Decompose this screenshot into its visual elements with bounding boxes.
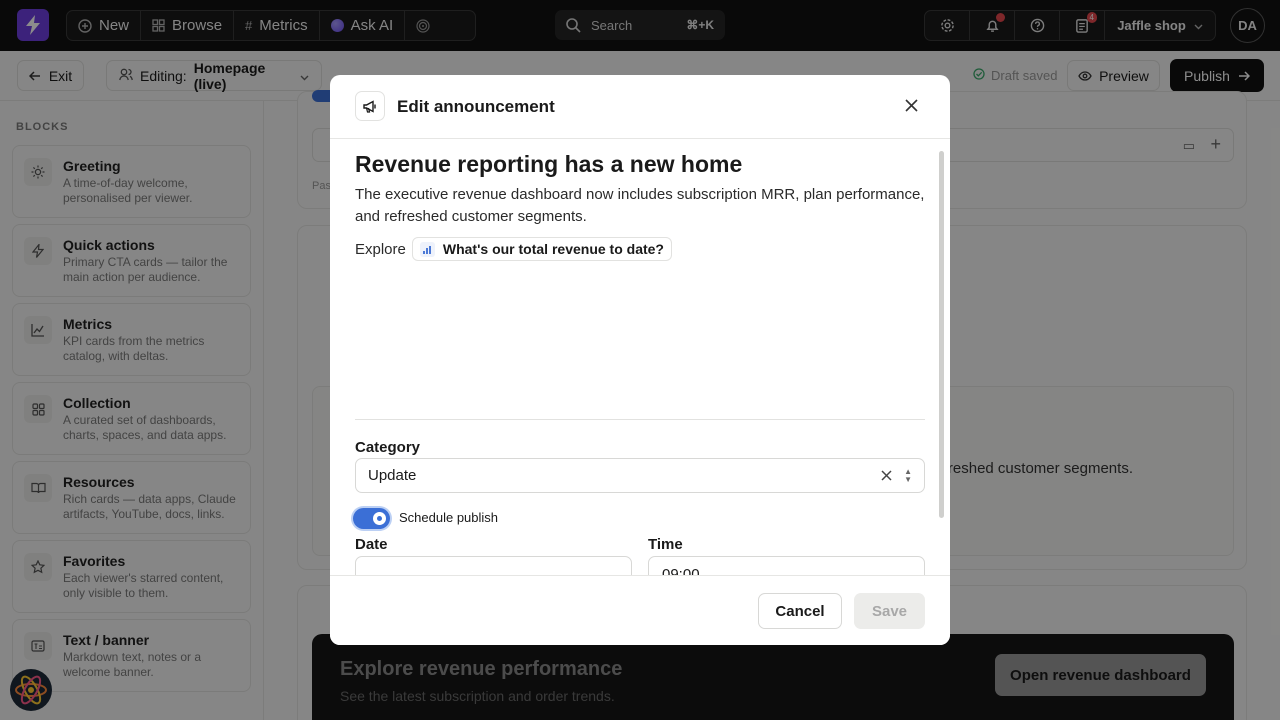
announcement-description[interactable]: The executive revenue dashboard now incl…	[355, 184, 925, 228]
announcement-heading[interactable]: Revenue reporting has a new home	[355, 151, 742, 178]
clear-icon[interactable]	[881, 470, 892, 481]
schedule-publish-toggle[interactable]	[353, 508, 390, 529]
schedule-publish-label: Schedule publish	[399, 510, 499, 525]
edit-announcement-dialog: Edit announcement Revenue reporting has …	[330, 75, 950, 645]
dialog-footer: Cancel Save	[330, 575, 950, 645]
explore-label: Explore	[355, 240, 406, 258]
divider	[355, 419, 925, 420]
dialog-header: Edit announcement	[330, 75, 950, 139]
category-select[interactable]: Update ▲ ▼	[355, 458, 925, 493]
bar-chart-icon	[419, 241, 435, 257]
metric-link-chip[interactable]: What's our total revenue to date?	[411, 237, 672, 261]
date-input[interactable]	[355, 556, 632, 575]
save-button[interactable]: Save	[854, 593, 925, 629]
dialog-body[interactable]: Revenue reporting has a new home The exe…	[330, 139, 950, 575]
time-input[interactable]: 09:00	[648, 556, 925, 575]
category-value: Update	[368, 467, 417, 484]
date-label: Date	[355, 536, 388, 553]
close-button[interactable]	[900, 94, 922, 116]
time-label: Time	[648, 536, 683, 553]
scrollbar[interactable]	[939, 151, 944, 518]
metric-link-text: What's our total revenue to date?	[442, 241, 664, 257]
dialog-title: Edit announcement	[397, 97, 555, 116]
close-icon	[904, 98, 918, 112]
megaphone-icon	[355, 91, 385, 121]
cancel-button[interactable]: Cancel	[758, 593, 842, 629]
toggle-knob	[377, 516, 382, 521]
category-label: Category	[355, 439, 421, 456]
chevron-updown-icon: ▲ ▼	[904, 466, 912, 484]
explore-line: Explore What's our total revenue to date…	[355, 237, 672, 261]
